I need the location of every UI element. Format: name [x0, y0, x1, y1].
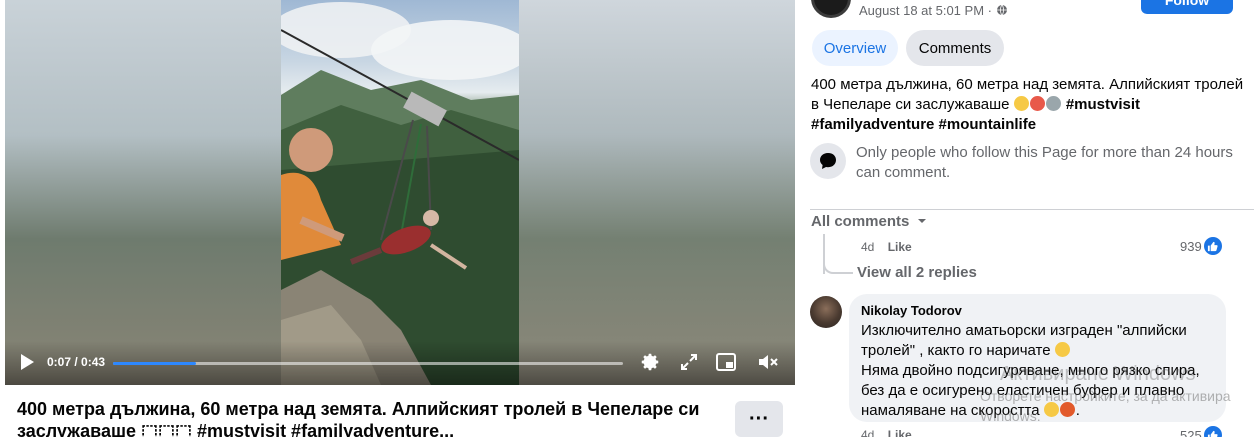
comment-meta: 4d Like	[861, 240, 912, 254]
windows-activation-watermark: Активиране Windows	[1000, 363, 1196, 385]
video-progress-fill	[113, 362, 197, 365]
video-frame[interactable]	[281, 0, 519, 385]
comment-bubble-icon	[810, 143, 846, 179]
view-replies-link[interactable]: View all 2 replies	[857, 264, 977, 281]
time-separator: /	[71, 355, 82, 369]
comment-reaction-count[interactable]: 939	[1180, 237, 1222, 255]
comment-restriction-notice: Only people who follow this Page for mor…	[856, 144, 1233, 181]
thumbs-up-icon	[1203, 237, 1222, 255]
windows-activation-hint: Отворете настройките, за да активира Win…	[980, 386, 1231, 426]
comments-filter-dropdown[interactable]: All comments	[811, 213, 928, 230]
emoji-face-icon	[1013, 96, 1029, 111]
more-options-button[interactable]: ···	[735, 401, 783, 437]
comment-age: 4d	[861, 428, 875, 437]
thumbs-up-icon	[1203, 426, 1222, 437]
expand-icon[interactable]	[679, 352, 699, 372]
follow-button[interactable]: Follow	[1141, 0, 1233, 14]
comment-author[interactable]: Nikolay Todorov	[861, 302, 1214, 319]
time-total: 0:43	[81, 355, 106, 369]
page-avatar[interactable]	[811, 0, 851, 18]
divider	[810, 209, 1254, 210]
emoji-clown-icon	[1029, 96, 1045, 111]
video-caption: 400 метра дължина, 60 метра над земята. …	[17, 399, 700, 437]
video-controls-bar: 0:07 / 0:43	[5, 341, 795, 385]
time-current: 0:07	[47, 355, 72, 369]
globe-icon	[996, 4, 1007, 16]
reaction-count-text: 525	[1180, 427, 1202, 437]
caret-down-icon	[917, 219, 926, 223]
post-timestamp[interactable]: August 18 at 5:01 PM ·	[859, 3, 1008, 18]
windows-activation-hint-line1: Отворете настройките, за да активира	[980, 388, 1231, 404]
reply-connector	[823, 260, 853, 274]
tab-comments[interactable]: Comments	[906, 30, 1004, 66]
post-details-panel: August 18 at 5:01 PM · Follow Overview C…	[800, 0, 1254, 437]
tab-overview[interactable]: Overview	[812, 30, 898, 66]
commenter-avatar[interactable]	[810, 296, 842, 328]
picture-in-picture-icon[interactable]	[715, 352, 737, 372]
emoji-alien-icon	[1045, 96, 1061, 111]
comments-filter-label: All comments	[811, 213, 910, 230]
comment-like-link[interactable]: Like	[888, 428, 912, 437]
comment-reaction-count[interactable]: 525	[1180, 426, 1222, 437]
comment-meta: 4d Like	[861, 428, 912, 437]
video-blur-background-right	[519, 0, 795, 385]
play-icon[interactable]	[19, 353, 35, 371]
settings-gear-icon[interactable]	[639, 351, 661, 373]
zipline-scene-illustration	[281, 2, 519, 385]
comment-like-link[interactable]: Like	[888, 240, 912, 254]
comment-text-line1: Изключително аматьорски изграден "алпийс…	[861, 322, 1187, 359]
video-progress-bar[interactable]	[113, 362, 623, 365]
windows-activation-hint-line2: Windows.	[980, 408, 1041, 424]
facebook-watch-view: 0:07 / 0:43 400 метра дължина, 60 метра …	[0, 0, 1254, 437]
mute-icon[interactable]	[757, 352, 779, 372]
video-blur-background-left	[5, 0, 281, 385]
post-timestamp-text: August 18 at 5:01 PM ·	[859, 3, 996, 18]
video-time-readout: 0:07 / 0:43	[47, 355, 105, 369]
reaction-count-text: 939	[1180, 238, 1202, 254]
comment-age: 4d	[861, 240, 875, 254]
post-body: 400 метра дължина, 60 метра над земята. …	[811, 75, 1251, 135]
video-player[interactable]: 0:07 / 0:43	[5, 0, 795, 385]
emoji-face-icon	[1054, 342, 1070, 357]
